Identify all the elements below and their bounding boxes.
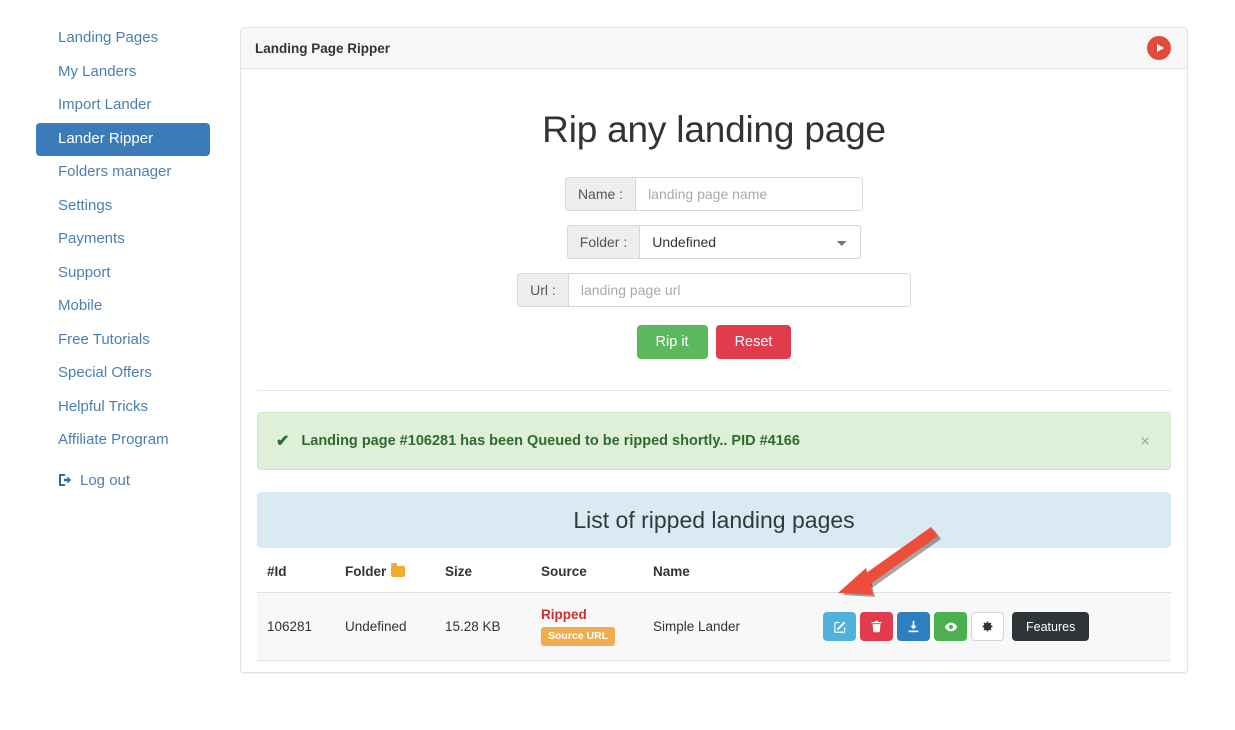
table-row: 106281 Undefined 15.28 KB Ripped Source … (257, 593, 1171, 661)
cell-name: Simple Lander (653, 593, 823, 661)
cell-actions: Features (823, 593, 1171, 661)
logout-label: Log out (80, 472, 130, 489)
panel-header: Landing Page Ripper (241, 28, 1187, 69)
divider (257, 390, 1171, 391)
trash-icon (870, 620, 883, 633)
name-label: Name : (565, 177, 635, 211)
cell-source: Ripped Source URL (541, 593, 653, 661)
sidebar-item-mobile[interactable]: Mobile (36, 290, 210, 324)
page-title: Rip any landing page (241, 109, 1187, 151)
folder-input-group: Folder : Undefined (567, 225, 861, 259)
name-input[interactable] (635, 177, 863, 211)
cell-size: 15.28 KB (445, 593, 541, 661)
sidebar-item-settings[interactable]: Settings (36, 190, 210, 224)
panel-title: Landing Page Ripper (255, 41, 390, 56)
cell-id: 106281 (257, 593, 345, 661)
url-input[interactable] (568, 273, 911, 307)
edit-icon (833, 620, 847, 634)
url-row: Url : (241, 273, 1187, 307)
reset-button[interactable]: Reset (716, 325, 792, 359)
success-alert: ✔ Landing page #106281 has been Queued t… (257, 412, 1171, 470)
folder-label: Folder : (567, 225, 639, 259)
settings-button[interactable] (971, 612, 1004, 641)
download-icon (907, 620, 920, 633)
table-head: #Id Folder Size Source Name (257, 548, 1171, 593)
folder-icon (391, 566, 405, 577)
main-panel: Landing Page Ripper Rip any landing page… (240, 27, 1188, 673)
folder-row: Folder : Undefined (241, 225, 1187, 259)
column-header-name: Name (653, 548, 823, 593)
folder-select[interactable]: Undefined (639, 225, 861, 259)
row-action-buttons: Features (823, 612, 1171, 641)
edit-button[interactable] (823, 612, 856, 641)
play-icon (1157, 44, 1164, 52)
sidebar-item-affiliate-program[interactable]: Affiliate Program (36, 424, 210, 458)
alert-close-button[interactable]: × (1136, 431, 1154, 452)
column-header-size: Size (445, 548, 541, 593)
name-row: Name : (241, 177, 1187, 211)
panel-body: Rip any landing page Name : Folder : Und… (241, 109, 1187, 661)
table-body: 106281 Undefined 15.28 KB Ripped Source … (257, 593, 1171, 661)
sidebar-item-lander-ripper[interactable]: Lander Ripper (36, 123, 210, 157)
preview-button[interactable] (934, 612, 967, 641)
form-actions: Rip it Reset (241, 325, 1187, 359)
logout-icon (58, 472, 74, 488)
sidebar-item-my-landers[interactable]: My Landers (36, 56, 210, 90)
column-header-folder-label: Folder (345, 564, 386, 579)
sidebar: Landing Pages My Landers Import Lander L… (0, 0, 232, 730)
column-header-folder: Folder (345, 548, 445, 593)
gear-icon (981, 620, 994, 633)
cell-folder: Undefined (345, 593, 445, 661)
sidebar-item-special-offers[interactable]: Special Offers (36, 357, 210, 391)
ripped-pages-table: #Id Folder Size Source Name 106281 Undef… (257, 548, 1171, 661)
column-header-source: Source (541, 548, 653, 593)
alert-message: Landing page #106281 has been Queued to … (301, 433, 800, 449)
download-button[interactable] (897, 612, 930, 641)
sidebar-item-free-tutorials[interactable]: Free Tutorials (36, 324, 210, 358)
app-root: Landing Pages My Landers Import Lander L… (0, 0, 1235, 730)
features-button[interactable]: Features (1012, 612, 1089, 641)
sidebar-item-helpful-tricks[interactable]: Helpful Tricks (36, 391, 210, 425)
play-icon-button[interactable] (1147, 36, 1171, 60)
table-header-row: #Id Folder Size Source Name (257, 548, 1171, 593)
delete-button[interactable] (860, 612, 893, 641)
column-header-actions (823, 548, 1171, 593)
eye-icon (944, 620, 958, 634)
url-label: Url : (517, 273, 568, 307)
url-input-group: Url : (517, 273, 911, 307)
source-url-badge[interactable]: Source URL (541, 627, 615, 646)
sidebar-item-folders-manager[interactable]: Folders manager (36, 156, 210, 190)
sidebar-item-import-lander[interactable]: Import Lander (36, 89, 210, 123)
status-badge: Ripped (541, 607, 653, 622)
column-header-id: #Id (257, 548, 345, 593)
sidebar-item-log-out[interactable]: Log out (36, 464, 210, 498)
list-title: List of ripped landing pages (257, 492, 1171, 548)
sidebar-item-landing-pages[interactable]: Landing Pages (36, 22, 210, 56)
check-icon: ✔ (276, 431, 289, 451)
sidebar-item-support[interactable]: Support (36, 257, 210, 291)
sidebar-item-payments[interactable]: Payments (36, 223, 210, 257)
name-input-group: Name : (565, 177, 863, 211)
rip-it-button[interactable]: Rip it (637, 325, 708, 359)
